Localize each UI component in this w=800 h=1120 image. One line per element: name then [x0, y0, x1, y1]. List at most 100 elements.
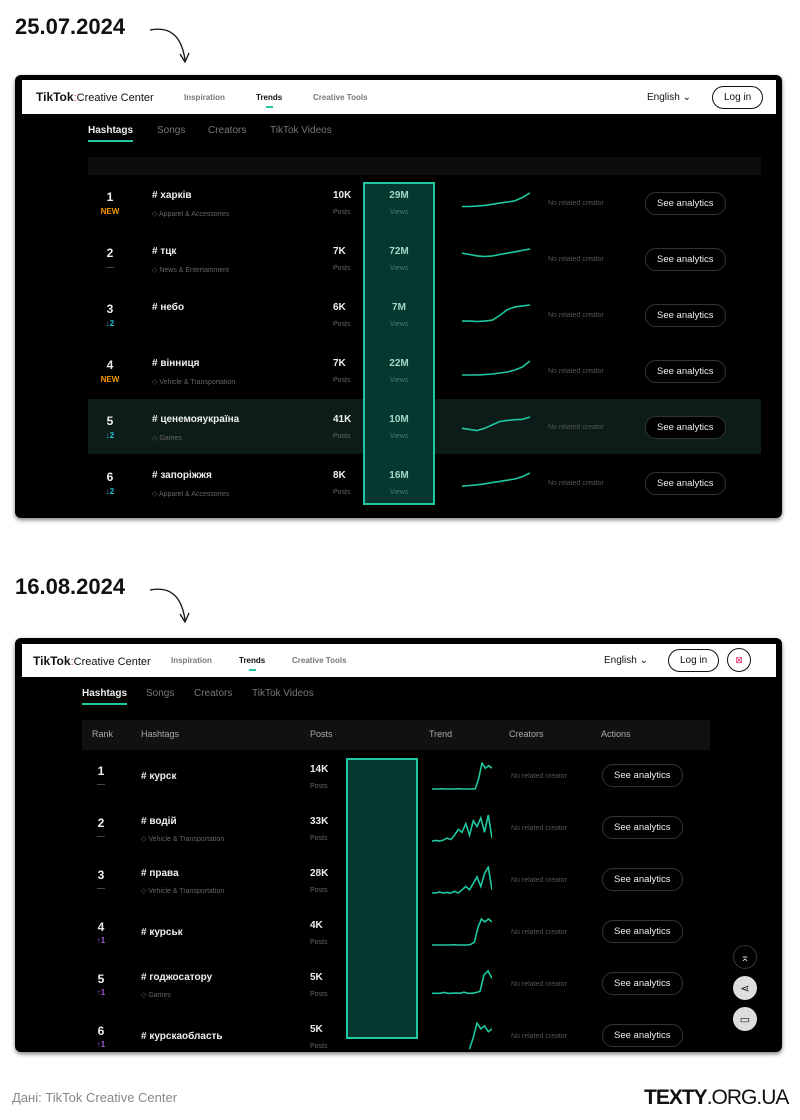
trend-line [432, 814, 492, 842]
feedback-button[interactable]: ▭ [733, 1007, 757, 1031]
views-highlight-box [363, 182, 435, 505]
posts-label: Posts [333, 321, 351, 328]
no-related-creator: No related creator [548, 256, 605, 263]
language-select[interactable]: English ⌄ [604, 655, 648, 666]
posts-count: 14K [310, 764, 329, 775]
hashtag-name[interactable]: # курскаобласть [141, 1031, 223, 1042]
tab-tiktok-videos[interactable]: TikTok Videos [270, 125, 332, 136]
login-button[interactable]: Log in [668, 649, 720, 672]
trend-sparkline [432, 866, 492, 894]
hashtag-category: ◇ Vehicle & Transportation [152, 379, 236, 386]
hashtag-category: ◇ News & Entertainment [152, 267, 229, 274]
rank-change: — [106, 263, 114, 272]
hashtag-name[interactable]: # водій [141, 816, 177, 827]
trend-line [462, 416, 530, 432]
posts-count: 4K [310, 920, 323, 931]
rank-number: 1 [97, 764, 105, 778]
rank-change: ↓2 [105, 319, 115, 328]
posts-count: 41K [333, 414, 352, 425]
no-related-creator: No related creator [548, 480, 605, 487]
no-related-creator: No related creator [511, 981, 568, 988]
nav-creative-tools[interactable]: Creative Tools [292, 656, 347, 665]
posts-count: 8K [333, 470, 346, 481]
see-analytics-button[interactable]: See analytics [645, 416, 726, 439]
hashtag-name[interactable]: # харків [152, 190, 192, 201]
hashtag-name[interactable]: # тцк [152, 246, 176, 257]
see-analytics-button[interactable]: See analytics [602, 816, 683, 839]
nav-inspiration[interactable]: Inspiration [171, 656, 212, 665]
posts-count: 5K [310, 972, 323, 983]
trend-sparkline [462, 248, 530, 258]
views-count: 22M [389, 358, 409, 369]
see-analytics-button[interactable]: See analytics [645, 472, 726, 495]
see-analytics-button[interactable]: See analytics [602, 920, 683, 943]
rank-number: 5 [97, 972, 105, 986]
see-analytics-button[interactable]: See analytics [602, 764, 683, 787]
rank-number: 4 [106, 358, 114, 372]
hashtag-name[interactable]: # курск [141, 771, 176, 782]
hashtag-category: ◇ Apparel & Accessories [152, 491, 229, 498]
hashtag-name[interactable]: # годжосатору [141, 972, 212, 983]
trend-line [432, 918, 492, 946]
nav-trends[interactable]: Trends [256, 93, 282, 108]
back-to-top-button[interactable]: ⌅ [733, 945, 757, 969]
views-count: 72M [389, 246, 409, 257]
trend-sparkline [432, 918, 492, 946]
views-count: 29M [389, 190, 409, 201]
see-analytics-button[interactable]: See analytics [602, 868, 683, 891]
no-related-creator: No related creator [511, 773, 568, 780]
share-button[interactable]: ⋖ [733, 976, 757, 1000]
no-related-creator: No related creator [548, 200, 605, 207]
hashtag-name[interactable]: # курськ [141, 927, 183, 938]
header-hashtags: Hashtags [141, 729, 180, 739]
posts-label: Posts [333, 209, 351, 216]
tab-hashtags[interactable]: Hashtags [88, 125, 134, 142]
avatar[interactable]: ⊠ [727, 648, 751, 672]
posts-count: 7K [333, 358, 346, 369]
views-label: Views [389, 209, 409, 216]
hashtag-name[interactable]: # вінниця [152, 358, 199, 369]
views-label: Views [389, 377, 409, 384]
see-analytics-button[interactable]: See analytics [602, 972, 683, 995]
posts-label: Posts [310, 887, 328, 894]
views-label: Views [389, 265, 409, 272]
posts-label: Posts [333, 265, 351, 272]
rank-change: ↑1 [96, 1040, 106, 1049]
hashtag-name[interactable]: # небо [152, 302, 184, 313]
tab-tiktok-videos[interactable]: TikTok Videos [252, 688, 314, 699]
tab-songs[interactable]: Songs [157, 125, 185, 136]
nav-trends[interactable]: Trends [239, 656, 265, 671]
trend-line [462, 248, 530, 258]
language-select[interactable]: English ⌄ [647, 92, 691, 103]
no-related-creator: No related creator [548, 368, 605, 375]
trend-line [468, 1022, 492, 1050]
hashtag-name[interactable]: # права [141, 868, 179, 879]
views-label: Views [389, 321, 409, 328]
views-count: 10M [389, 414, 409, 425]
posts-label: Posts [310, 835, 328, 842]
see-analytics-button[interactable]: See analytics [645, 360, 726, 383]
rank-number: 4 [97, 920, 105, 934]
brand-logo: TEXTY.ORG.UA [644, 1086, 789, 1109]
tab-hashtags[interactable]: Hashtags [82, 688, 128, 705]
hashtag-name[interactable]: # запоріжжя [152, 470, 212, 481]
see-analytics-button[interactable]: See analytics [645, 248, 726, 271]
tab-songs[interactable]: Songs [146, 688, 174, 699]
see-analytics-button[interactable]: See analytics [602, 1024, 683, 1047]
arrow-icon [149, 28, 190, 64]
tab-creators[interactable]: Creators [194, 688, 232, 699]
rank-change: — [97, 780, 105, 789]
login-button[interactable]: Log in [712, 85, 764, 109]
trend-sparkline [468, 1022, 492, 1050]
tab-creators[interactable]: Creators [208, 125, 246, 136]
nav-inspiration[interactable]: Inspiration [184, 93, 225, 102]
nav-creative-tools[interactable]: Creative Tools [313, 93, 368, 102]
logo: TikTok:Creative Center [36, 90, 154, 104]
trend-sparkline [462, 472, 530, 487]
see-analytics-button[interactable]: See analytics [645, 304, 726, 327]
see-analytics-button[interactable]: See analytics [645, 192, 726, 215]
hashtag-name[interactable]: # ценемояукраїна [152, 414, 239, 425]
rank-number: 3 [106, 302, 114, 316]
date-label-2: 16.08.2024 [15, 574, 126, 599]
views-highlight-box [346, 758, 418, 1039]
